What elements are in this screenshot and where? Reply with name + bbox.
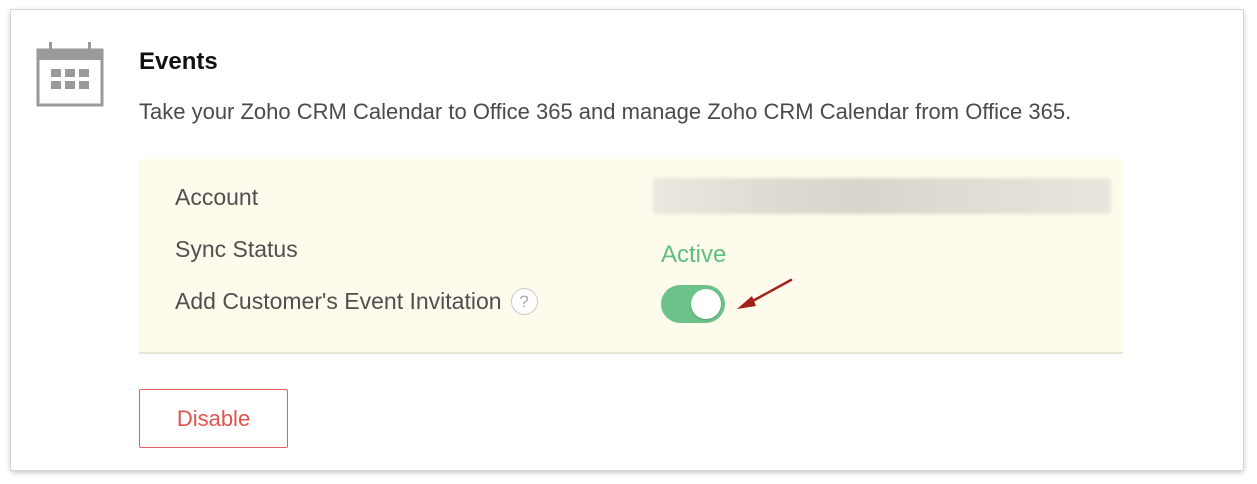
invitation-label: Add Customer's Event Invitation — [175, 288, 502, 314]
annotation-arrow-icon — [737, 278, 793, 309]
sync-details-panel: Account Sync Status Active Add Customer'… — [139, 159, 1123, 354]
section-title: Events — [139, 48, 218, 75]
toggle-knob — [691, 289, 721, 319]
sync-status-value: Active — [661, 241, 727, 268]
account-value-redacted — [653, 178, 1111, 214]
events-card: Events Take your Zoho CRM Calendar to Of… — [11, 10, 1243, 470]
sync-status-label: Sync Status — [175, 236, 298, 262]
section-description: Take your Zoho CRM Calendar to Office 36… — [139, 99, 1072, 124]
invitation-toggle[interactable] — [661, 285, 725, 323]
invitation-row: Add Customer's Event Invitation ? — [175, 288, 538, 315]
calendar-icon — [36, 42, 104, 107]
account-label: Account — [175, 184, 259, 210]
disable-button[interactable]: Disable — [139, 389, 288, 448]
help-icon[interactable]: ? — [510, 288, 538, 315]
